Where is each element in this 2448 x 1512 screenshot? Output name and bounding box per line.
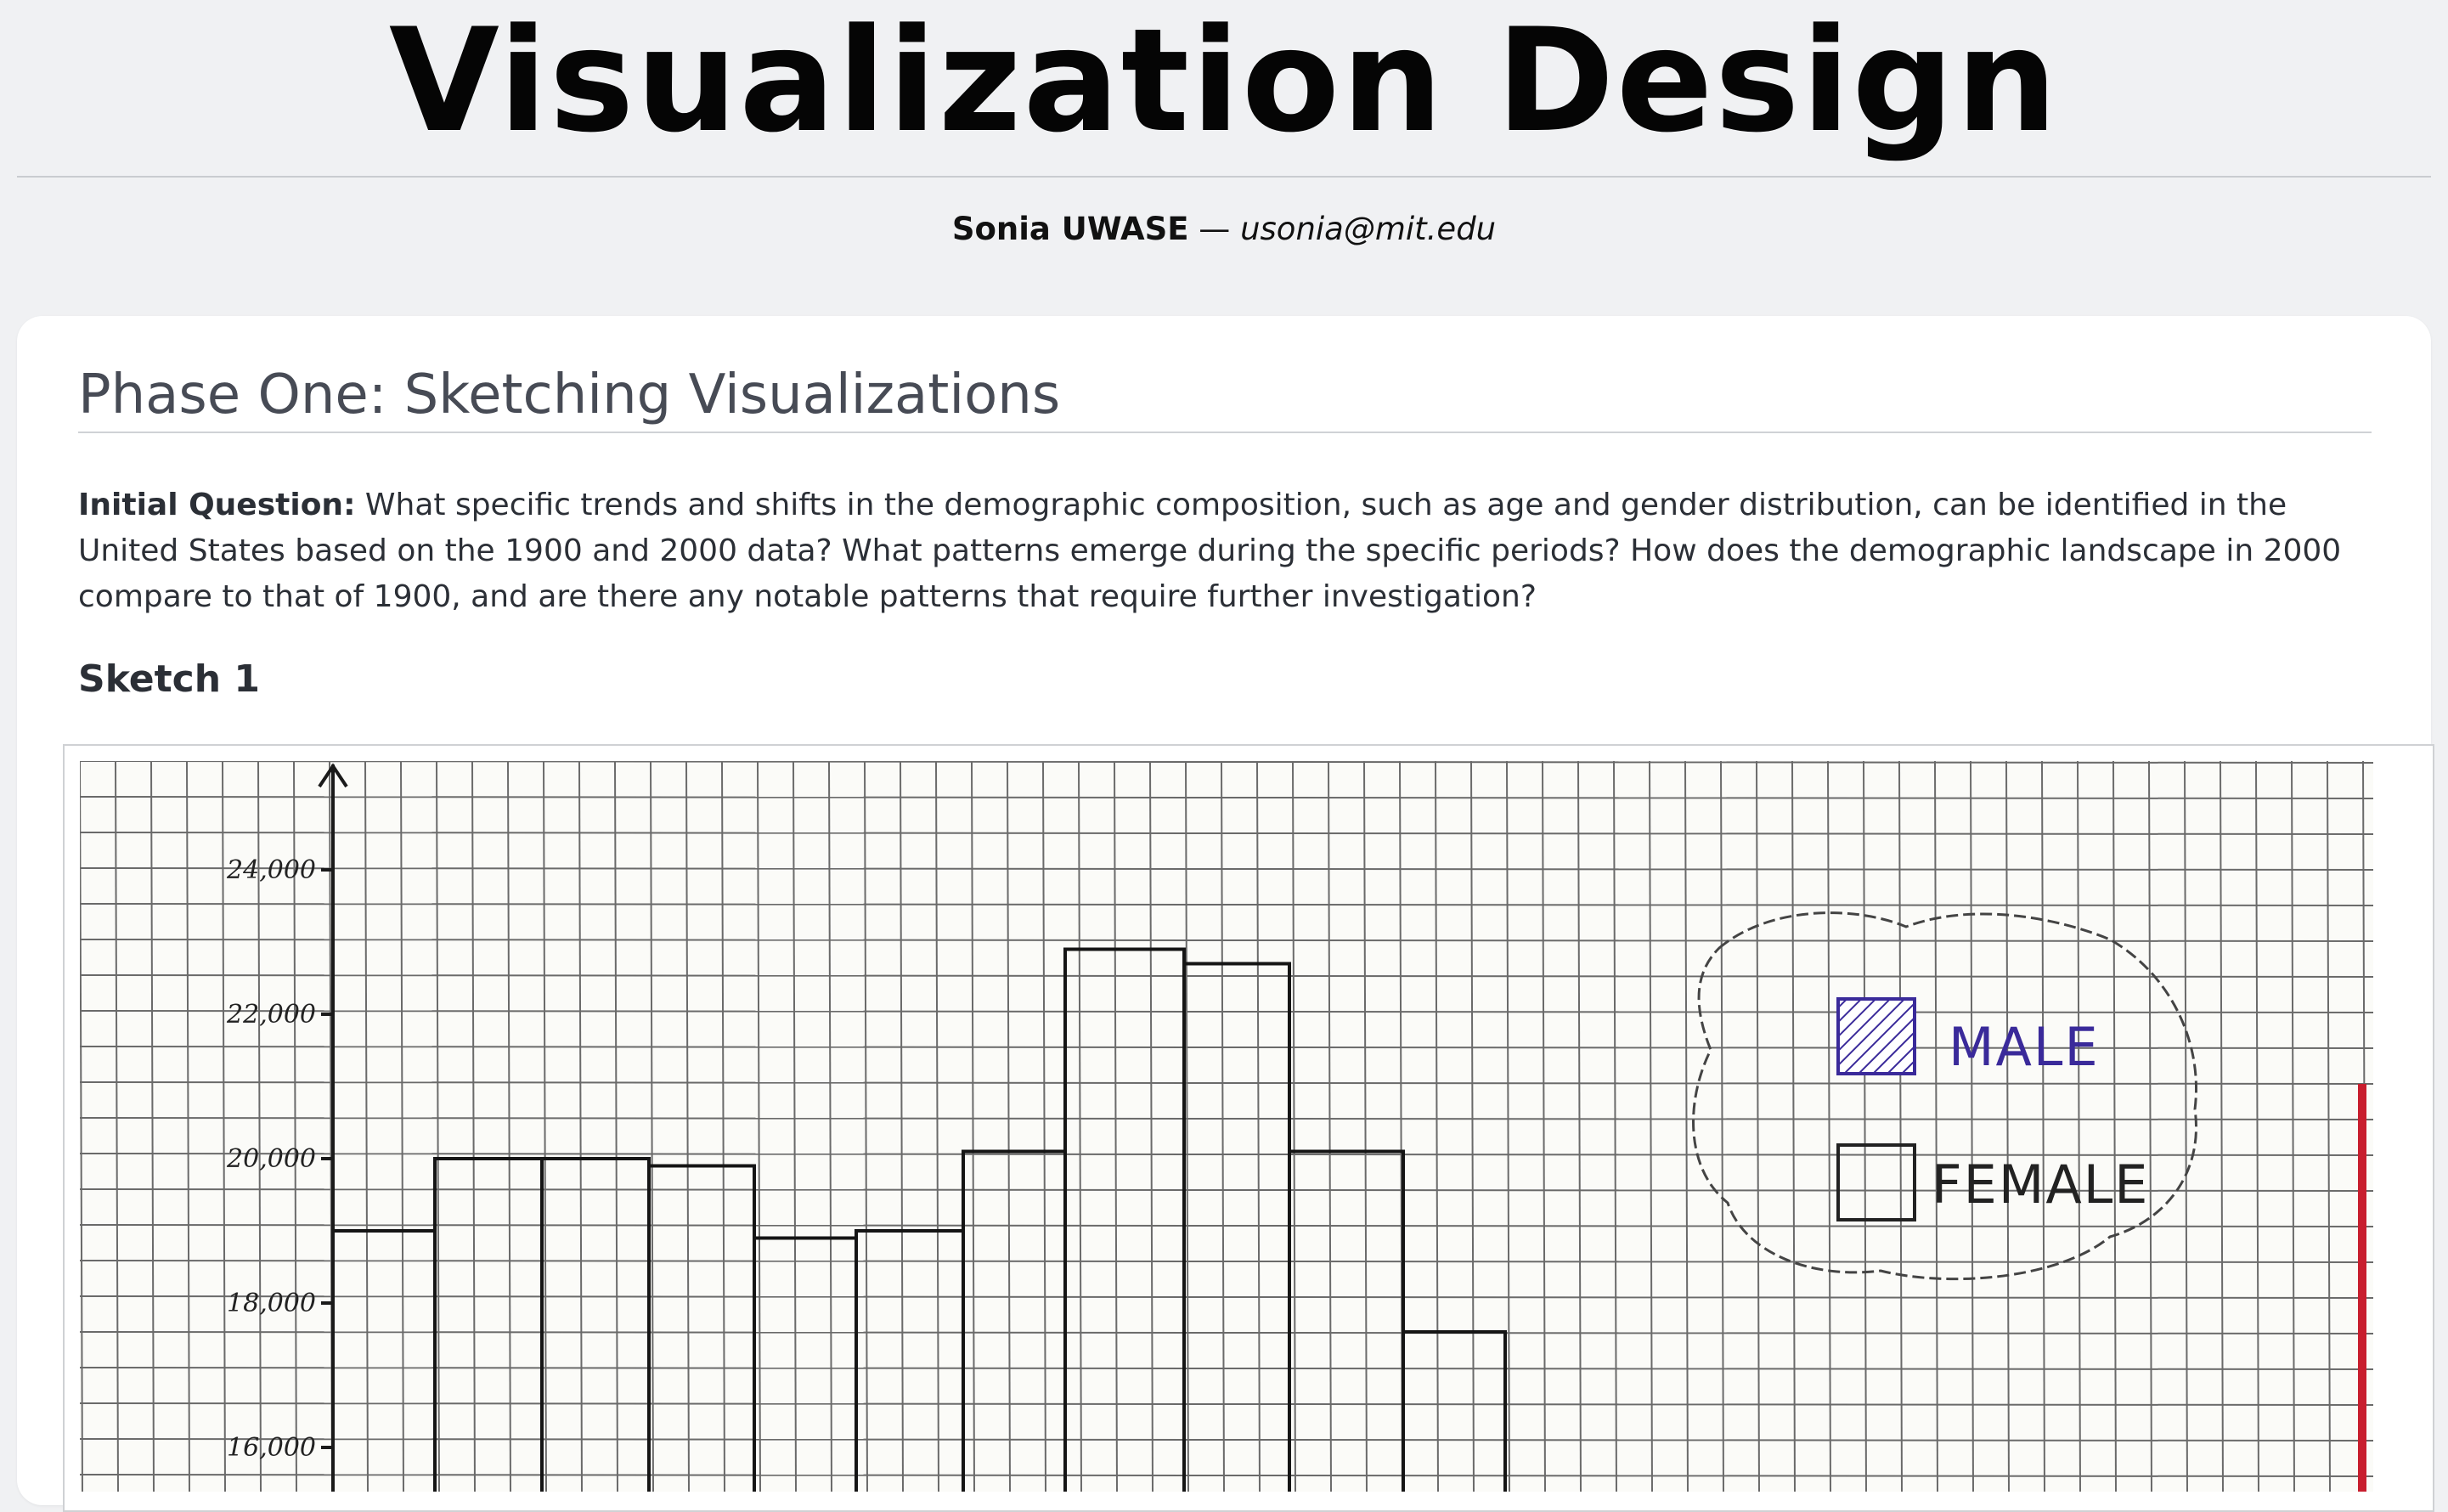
legend-female-label: FEMALE (1932, 1154, 2149, 1216)
y-tick-label: 20,000 (226, 1144, 316, 1174)
sketch-chart: 24,000 22,000 20,000 18,000 16,000 MALE FEMA… (80, 761, 2373, 1492)
sketch-image: 24,000 22,000 20,000 18,000 16,000 MALE FEMA… (63, 744, 2434, 1512)
byline: Sonia UWASE — usonia@mit.edu (0, 211, 2448, 247)
page-title: Visualization Design (388, 0, 2060, 164)
byline-separator: — (1188, 211, 1241, 247)
y-tick-label: 18,000 (227, 1289, 316, 1318)
y-tick-label: 22,000 (226, 1000, 316, 1030)
paper-background (80, 761, 2373, 1492)
question-text: What specific trends and shifts in the d… (78, 488, 2342, 614)
title-divider (17, 176, 2431, 178)
question-label: Initial Question: (78, 488, 356, 522)
sketch-title: Sketch 1 (78, 657, 260, 701)
author-email: usonia@mit.edu (1240, 211, 1497, 247)
legend-male-label: MALE (1949, 1016, 2100, 1078)
initial-question: Initial Question: What specific trends a… (78, 482, 2389, 620)
author-name: Sonia UWASE (951, 211, 1189, 247)
content-card: Phase One: Sketching Visualizations Init… (17, 316, 2434, 1512)
paper-edge (2358, 1084, 2366, 1492)
section-title: Phase One: Sketching Visualizations (78, 364, 2372, 433)
legend-male-swatch (1836, 997, 1916, 1075)
y-tick-label: 24,000 (226, 855, 316, 885)
y-tick-label: 16,000 (227, 1433, 316, 1463)
